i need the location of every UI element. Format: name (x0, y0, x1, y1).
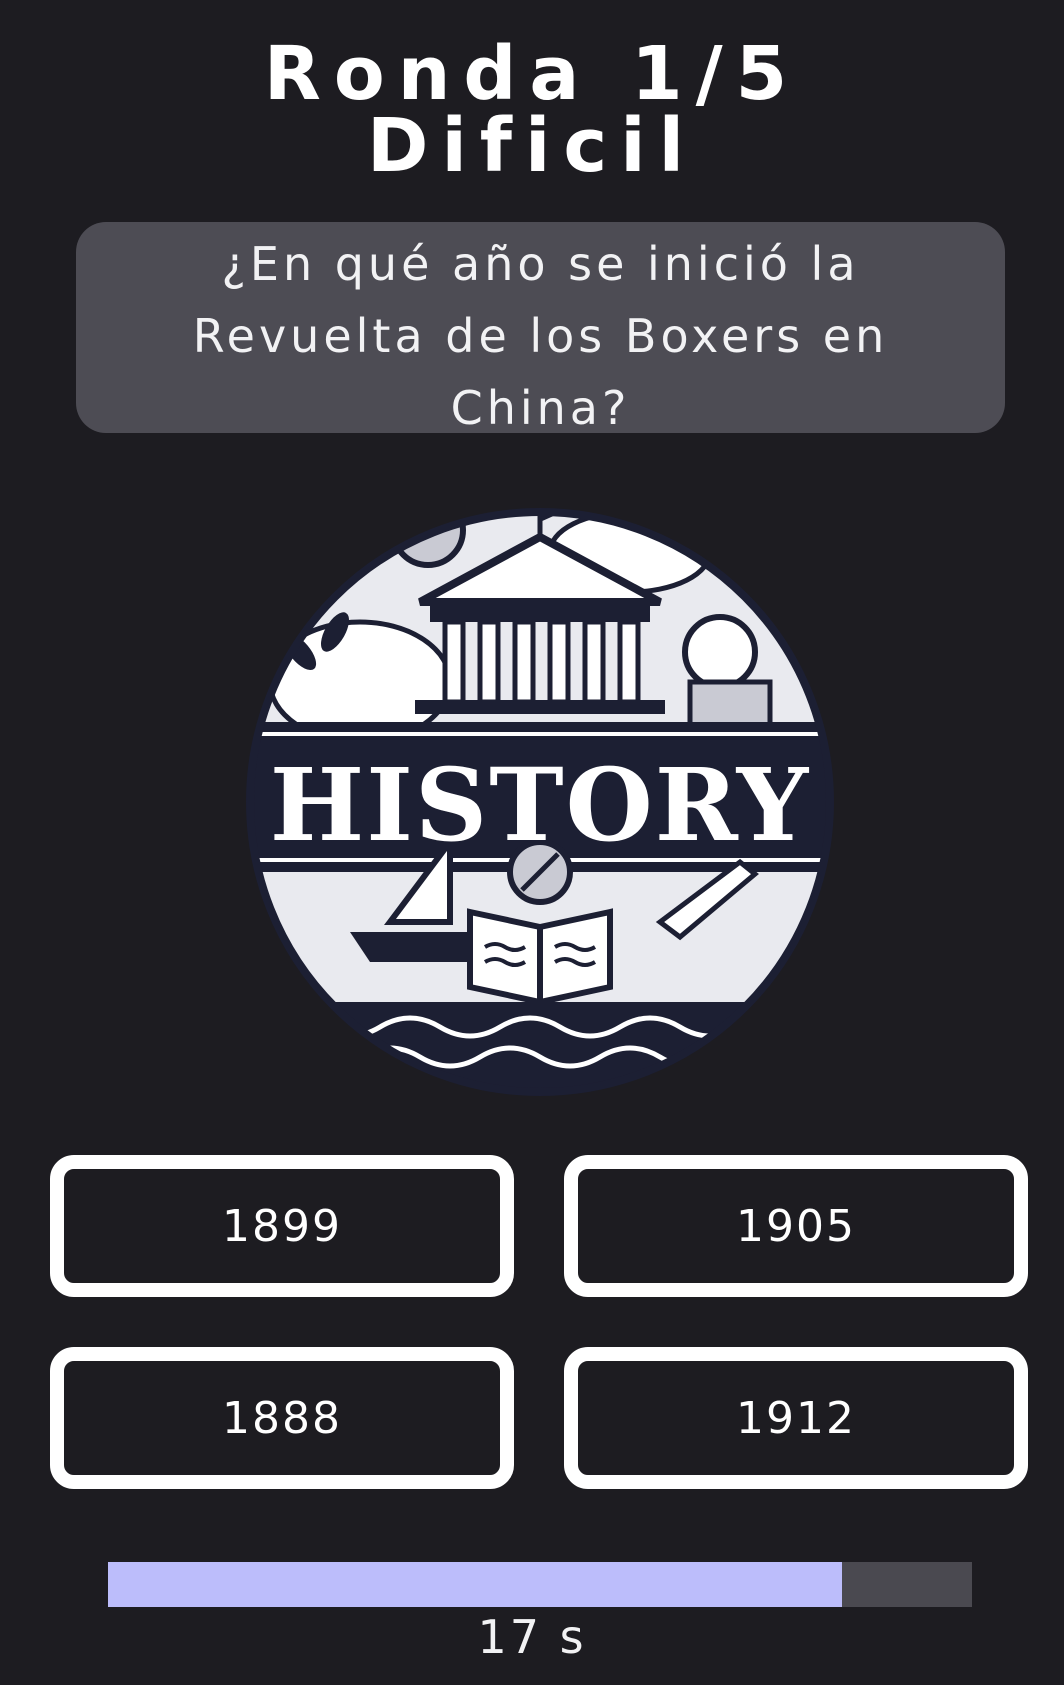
timer-progress-fill (108, 1562, 843, 1607)
answer-button-3[interactable]: 1888 (50, 1347, 514, 1489)
answer-label: 1888 (222, 1392, 342, 1444)
question-box: ¿En qué año se inició la Revuelta de los… (76, 222, 1005, 435)
difficulty-label: Dificil (367, 103, 697, 189)
answer-label: 1899 (222, 1200, 342, 1252)
answer-label: 1912 (736, 1392, 856, 1444)
timer-label: 17 s (477, 1610, 587, 1664)
timer-progress-bar (108, 1562, 972, 1607)
answer-button-2[interactable]: 1905 (564, 1155, 1028, 1297)
question-text: ¿En qué año se inició la Revuelta de los… (192, 237, 889, 435)
logo-text: HISTORY (270, 746, 810, 864)
round-title: Ronda 1/5 (263, 31, 801, 117)
answer-button-1[interactable]: 1899 (50, 1155, 514, 1297)
round-header: Ronda 1/5 Dificil (0, 31, 1064, 189)
answer-button-4[interactable]: 1912 (564, 1347, 1028, 1489)
answer-label: 1905 (736, 1200, 856, 1252)
history-logo-image: HISTORY (240, 482, 840, 1102)
